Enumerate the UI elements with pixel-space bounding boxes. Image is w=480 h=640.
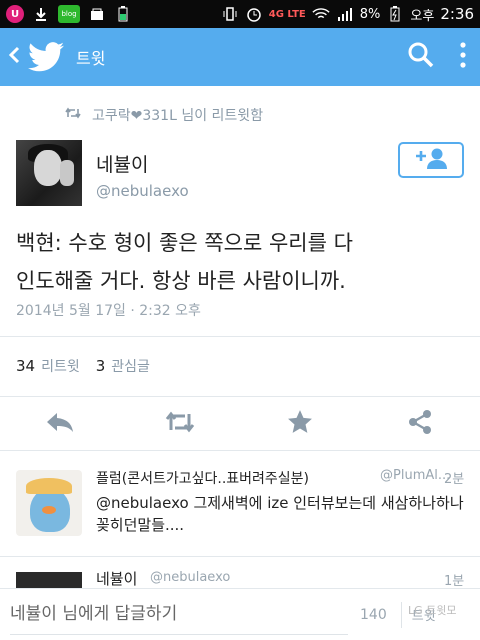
more-vertical-icon[interactable] [460,42,466,72]
reply-button[interactable] [0,400,120,448]
reply-author-handle: @nebulaexo [150,570,231,585]
signal-icon [336,5,354,23]
author-handle[interactable]: @nebulaexo [96,182,189,200]
reply-text: @nebulaexo 그제새벽에 ize 인터뷰보는데 새삼하나하나꽂히던말들.… [96,494,464,534]
retweet-stat[interactable]: 34 리트윗 [16,356,80,376]
reply-list-item[interactable]: 플럼(콘서트가고싶다..표버려주실분) @PlumAl... 2분 @nebul… [0,462,480,552]
retweet-icon [64,107,82,123]
watermark: LG 트윗모 [408,604,457,617]
search-icon[interactable] [408,42,434,72]
retweet-count: 34 [16,357,36,375]
ampm: 오후 [410,8,435,24]
twitter-bird-icon[interactable] [28,42,64,72]
reply-avatar[interactable] [16,470,82,536]
star-icon [287,409,313,439]
reply-timestamp: 2분 [444,472,465,487]
app-bar: 트윗 [0,28,480,86]
tweet-text-line: 인도해줄 거다. 항상 바른 사람이니까. [16,269,346,293]
network-type: 4G LTE [268,8,306,20]
tweet-stats: 34 리트윗 3 관심글 [16,356,150,376]
battery-percent: 8% [359,6,381,22]
favorite-stat-label: 관심글 [111,359,150,375]
author-name[interactable]: 네뷸이 [96,150,148,177]
favorite-stat[interactable]: 3 관심글 [96,356,150,376]
tweet-text-line: 백현: 수호 형이 좋은 쪽으로 우리를 다 [16,231,353,255]
chevron-left-icon[interactable] [8,45,22,69]
reply-author-name: 플럼(콘서트가고싶다..표버려주실분) [96,471,310,487]
retweet-stat-label: 리트윗 [41,359,80,375]
favorite-button[interactable] [240,400,360,448]
download-icon [32,5,50,23]
tweet-text: 백현: 수호 형이 좋은 쪽으로 우리를 다 인도해줄 거다. 항상 바른 사람… [16,224,466,300]
uplus-icon: U [6,5,24,23]
share-button[interactable] [360,400,480,448]
divider [400,601,402,628]
battery-saver-icon [114,5,132,23]
author-avatar[interactable] [16,140,82,206]
retweet-icon [163,411,197,437]
reply-timestamp: 1분 [444,574,465,589]
favorite-count: 3 [95,357,106,375]
divider [0,396,480,397]
retweet-button[interactable] [120,400,240,448]
battery-charging-icon [386,5,404,23]
divider [0,556,480,557]
follow-button[interactable] [398,142,464,178]
divider [0,450,480,451]
reply-input[interactable] [10,594,348,635]
tweet-timestamp: 2014년 5월 17일 · 2:32 오후 [16,303,201,319]
tweet-actions [0,400,480,448]
divider [0,336,480,337]
retweeted-by[interactable]: 고쿠락❤331L 님이 리트윗함 [64,104,263,126]
reply-list-item[interactable]: 네뷸이 @nebulaexo 1분 [0,566,480,590]
store-icon [88,5,106,23]
wifi-icon [312,5,330,23]
vibrate-icon [221,5,239,23]
blog-icon: blog [58,5,80,23]
reply-icon [45,411,75,437]
add-user-icon [414,147,448,173]
status-bar: U blog 4G LTE 8% 오후 2:36 [0,0,480,28]
character-counter: 140 [360,606,387,623]
retweeted-by-label: 고쿠락❤331L 님이 리트윗함 [92,108,264,124]
alarm-icon [245,5,263,23]
page-title: 트윗 [76,49,106,68]
clock: 2:36 [440,5,474,23]
reply-author-name: 네뷸이 [96,570,138,588]
share-icon [407,409,433,439]
reply-author-handle: @PlumAl... [380,468,451,483]
